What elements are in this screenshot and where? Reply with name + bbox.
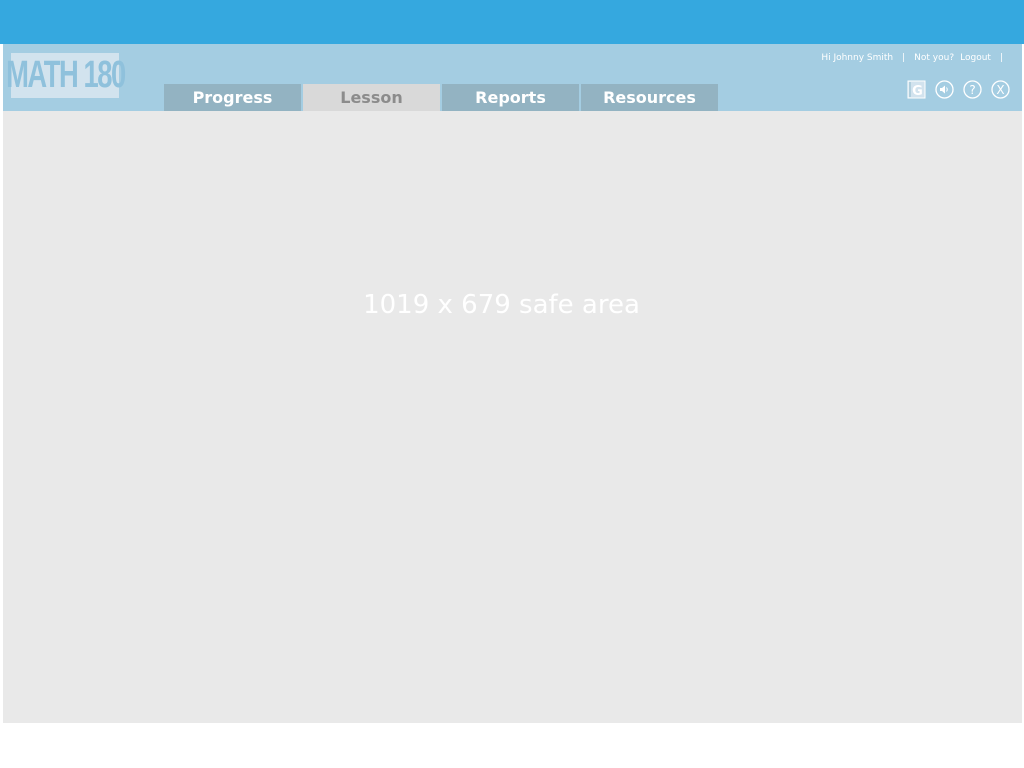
- math180-logo: MATH 180: [6, 53, 126, 98]
- header-bar: MATH 180 Hi Johnny Smith | Not you? Logo…: [3, 44, 1022, 111]
- svg-text:G: G: [912, 84, 923, 99]
- tab-label: Reports: [475, 88, 546, 107]
- user-greeting: Hi Johnny Smith: [821, 53, 894, 63]
- separator: |: [999, 53, 1003, 63]
- tab-progress[interactable]: Progress: [164, 84, 301, 111]
- help-icon: ?: [963, 80, 982, 99]
- logo-text: MATH 180: [5, 54, 126, 96]
- tab-label: Resources: [603, 88, 696, 107]
- tab-label: Progress: [192, 88, 273, 107]
- audio-icon: [935, 80, 954, 99]
- toolbar-icons: G ? X: [898, 80, 1010, 99]
- close-icon: X: [991, 80, 1010, 99]
- close-button[interactable]: X: [991, 80, 1010, 99]
- main-tabs: Progress Lesson Reports Resources: [164, 84, 720, 111]
- audio-button[interactable]: [935, 80, 954, 99]
- top-bar: [0, 0, 1024, 44]
- tab-label: Lesson: [340, 88, 403, 107]
- safe-area-label: 1019 x 679 safe area: [363, 290, 640, 320]
- tab-reports[interactable]: Reports: [442, 84, 579, 111]
- tab-lesson[interactable]: Lesson: [303, 84, 440, 111]
- svg-text:X: X: [996, 83, 1004, 97]
- glossary-icon: G: [907, 80, 926, 99]
- glossary-button[interactable]: G: [907, 80, 926, 99]
- svg-text:?: ?: [969, 83, 975, 97]
- user-bar: Hi Johnny Smith | Not you? Logout |: [821, 53, 1012, 63]
- tab-resources[interactable]: Resources: [581, 84, 718, 111]
- logout-link[interactable]: Logout: [960, 53, 991, 63]
- separator: |: [902, 53, 906, 63]
- not-you-link[interactable]: Not you?: [914, 53, 954, 63]
- help-button[interactable]: ?: [963, 80, 982, 99]
- app-frame: MATH 180 Hi Johnny Smith | Not you? Logo…: [3, 44, 1022, 723]
